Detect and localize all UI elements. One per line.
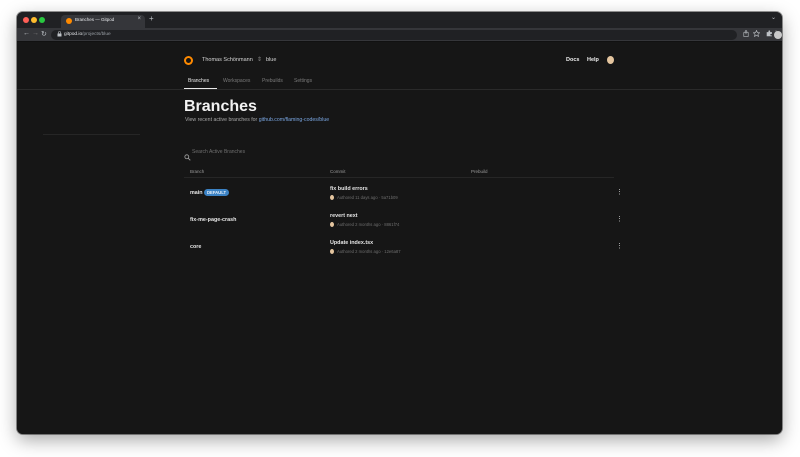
page-subtitle: View recent active branches for github.c…	[185, 117, 329, 123]
back-icon[interactable]: ←	[23, 30, 30, 37]
header-divider	[17, 89, 782, 90]
forward-icon[interactable]: →	[32, 30, 39, 37]
author-avatar	[330, 195, 334, 200]
user-avatar[interactable]	[607, 56, 614, 64]
project-name[interactable]: blue	[266, 57, 276, 63]
row-menu-icon[interactable]: ⋮	[616, 242, 623, 252]
browser-toolbar: ← → ↻ gitpod.io/projects/blue ⋮	[17, 28, 782, 42]
row-menu-icon[interactable]: ⋮	[616, 215, 623, 225]
docs-link[interactable]: Docs	[566, 57, 579, 63]
table-header: Branch Commit Prebuild	[184, 168, 614, 178]
tab-workspaces[interactable]: Workspaces	[223, 78, 250, 84]
tab-close-icon[interactable]: ×	[137, 16, 141, 22]
column-header-branch: Branch	[190, 169, 205, 174]
gitpod-logo-icon[interactable]	[184, 56, 193, 65]
branch-name: fix-me-page-crash	[190, 217, 237, 223]
new-tab-button[interactable]: +	[149, 14, 154, 23]
column-header-commit: Commit	[330, 169, 346, 174]
tab-prebuilds[interactable]: Prebuilds	[262, 78, 283, 84]
browser-tab[interactable]: Branches — Gitpod ×	[61, 15, 145, 28]
lock-icon[interactable]	[57, 31, 62, 39]
url-path: /projects/blue	[82, 32, 111, 37]
owner-switcher[interactable]: Thomas Schönmann	[202, 57, 253, 63]
column-header-prebuild: Prebuild	[471, 169, 488, 174]
subtitle-text: View recent active branches for	[185, 117, 259, 123]
sidebar-divider	[43, 134, 140, 135]
commit-meta: Authored 2 months ago · 8861f74	[337, 222, 400, 227]
tab-strip: Branches — Gitpod × + ⌄	[17, 12, 782, 28]
commit-message: fix build errors	[330, 186, 368, 192]
star-icon[interactable]	[752, 29, 761, 39]
branch-name: core	[190, 244, 202, 250]
share-icon[interactable]	[743, 29, 749, 39]
table-row[interactable]: core Update index.tsx Authored 2 months …	[184, 238, 623, 262]
address-bar[interactable]: gitpod.io/projects/blue	[51, 30, 737, 40]
tab-branches[interactable]: Branches	[188, 78, 209, 84]
tab-title: Branches — Gitpod	[75, 17, 115, 22]
top-navigation: Thomas Schönmann ⇕ blue Docs Help	[184, 56, 614, 68]
window-close-button[interactable]	[23, 17, 29, 23]
search-icon	[184, 148, 191, 161]
puzzle-icon[interactable]	[766, 30, 773, 39]
gitpod-page: Thomas Schönmann ⇕ blue Docs Help Branch…	[17, 42, 782, 434]
url-host: gitpod.io	[64, 32, 83, 37]
window-maximize-button[interactable]	[39, 17, 45, 23]
default-badge: DEFAULT	[204, 189, 229, 196]
url-text: gitpod.io/projects/blue	[64, 32, 111, 37]
repository-link[interactable]: github.com/flaming-codes/blue	[259, 117, 329, 123]
branch-name: main	[190, 190, 203, 196]
branch-search	[184, 148, 334, 161]
row-menu-icon[interactable]: ⋮	[616, 188, 623, 198]
page-title: Branches	[184, 98, 257, 115]
table-row[interactable]: main DEFAULT fix build errors Authored 1…	[184, 184, 623, 208]
browser-menu-icon[interactable]: ⋮	[773, 30, 779, 37]
commit-message: Update index.tsx	[330, 240, 374, 246]
search-input[interactable]	[192, 148, 332, 156]
author-avatar	[330, 249, 334, 254]
table-row[interactable]: fix-me-page-crash revert next Authored 2…	[184, 211, 623, 235]
window-minimize-button[interactable]	[31, 17, 37, 23]
gitpod-favicon-icon	[66, 18, 72, 24]
commit-meta: Authored 2 months ago · 12e6a87	[337, 249, 401, 254]
switcher-chevron-icon[interactable]: ⇕	[257, 56, 262, 63]
reload-icon[interactable]: ↻	[41, 30, 47, 38]
commit-meta: Authored 11 days ago · 5a71b09	[337, 195, 398, 200]
browser-window: Branches — Gitpod × + ⌄ ← → ↻ gitpod.io/…	[17, 12, 782, 434]
tab-search-icon[interactable]: ⌄	[771, 14, 776, 21]
tab-settings[interactable]: Settings	[294, 78, 312, 84]
author-avatar	[330, 222, 334, 227]
help-link[interactable]: Help	[587, 57, 599, 63]
commit-message: revert next	[330, 213, 358, 219]
